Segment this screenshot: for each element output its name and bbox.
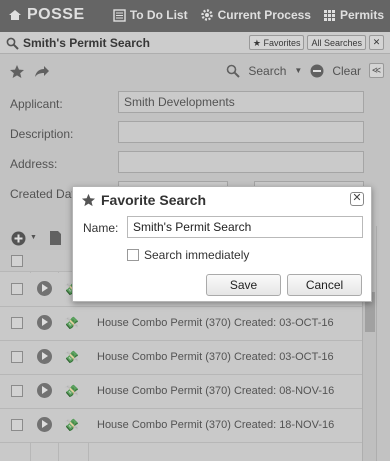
name-label: Name: — [83, 221, 119, 235]
name-input[interactable]: Smith's Permit Search — [127, 216, 363, 238]
dialog-title: Favorite Search — [101, 192, 207, 208]
save-button[interactable]: Save — [206, 274, 281, 296]
checkbox-box[interactable] — [127, 249, 139, 261]
close-icon[interactable]: ✕ — [350, 192, 364, 206]
cancel-button[interactable]: Cancel — [287, 274, 362, 296]
star-icon — [81, 193, 96, 207]
search-immediately-checkbox[interactable]: Search immediately — [127, 248, 249, 262]
favorite-search-dialog: Favorite Search ✕ Name: Smith's Permit S… — [72, 186, 372, 302]
search-immediately-label: Search immediately — [144, 248, 250, 262]
